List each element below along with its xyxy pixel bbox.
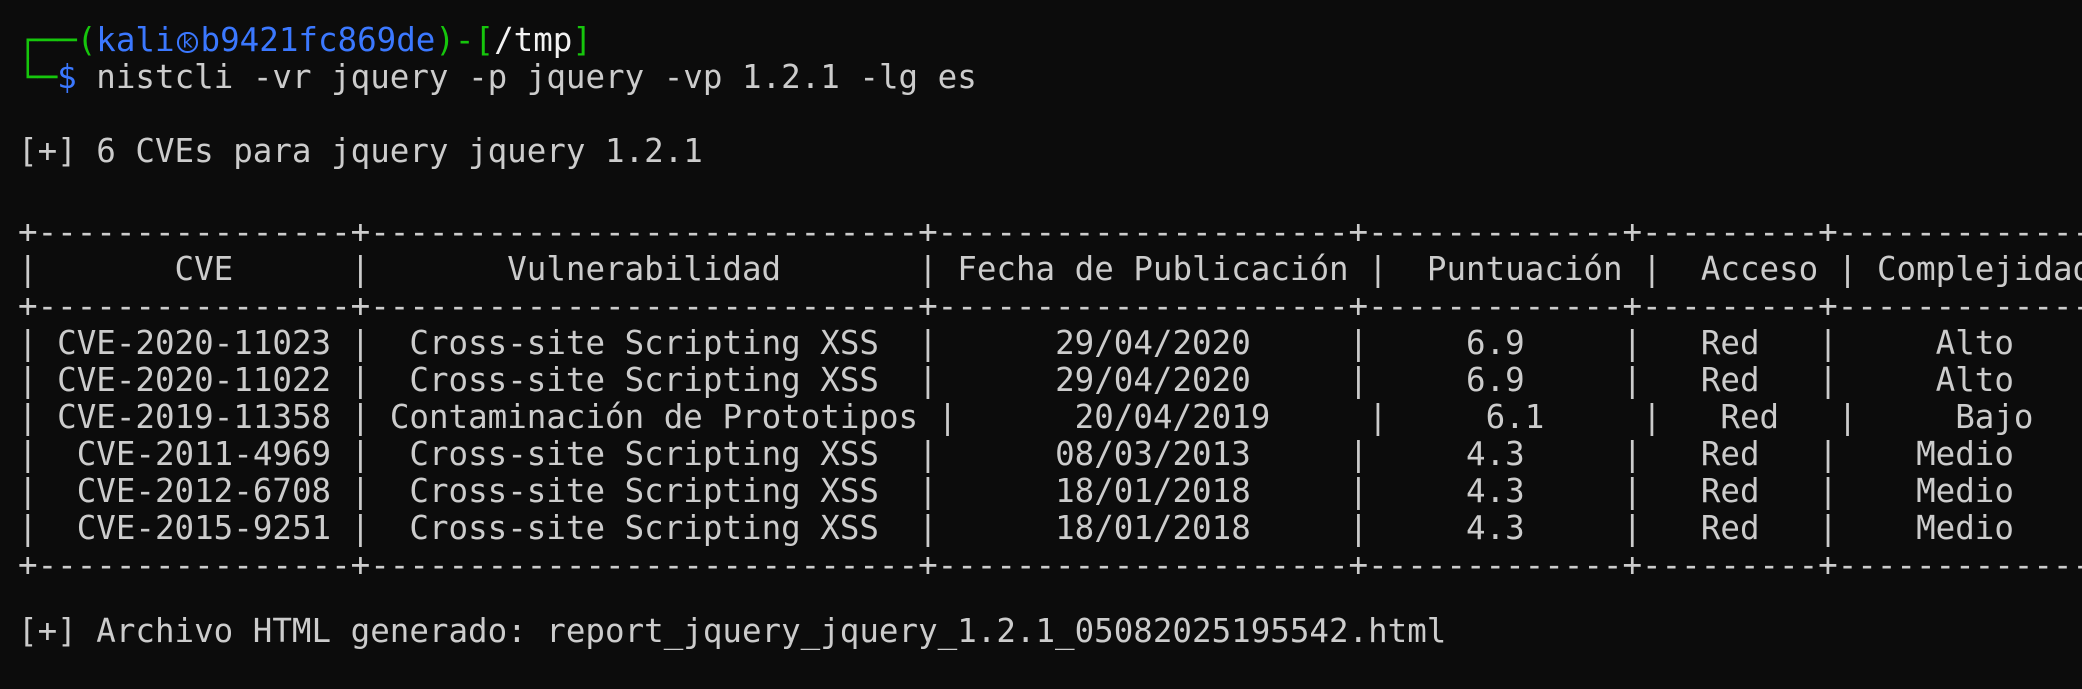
row-cell-3: 6.9 bbox=[1466, 324, 1525, 362]
prompt-dir-open: )-[ bbox=[435, 21, 495, 59]
row-cell-3: 6.9 bbox=[1466, 361, 1525, 399]
row-cell-1: Cross-site Scripting XSS bbox=[409, 509, 879, 547]
row-cell-4: Red bbox=[1700, 324, 1760, 362]
prompt-host: b9421fc869de bbox=[200, 21, 436, 59]
prompt-header: ┌──(kali b9421fc869de)-[/tmp] bbox=[18, 22, 592, 59]
kali-icon bbox=[177, 32, 198, 53]
command-line: └─$ nistcli -vr jquery -p jquery -vp 1.2… bbox=[18, 59, 977, 96]
row-cell-3: 4.3 bbox=[1466, 509, 1525, 547]
table-border: +----------------+----------------------… bbox=[18, 546, 2082, 584]
row-cell-0: CVE-2011-4969 bbox=[76, 435, 332, 473]
table-border: +----------------+----------------------… bbox=[18, 287, 2082, 325]
header-cell-4: Acceso bbox=[1700, 250, 1819, 288]
row-cell-0: CVE-2020-11023 bbox=[57, 324, 332, 362]
row-cell-2: 18/01/2018 bbox=[1055, 509, 1251, 547]
cve-table: +----------------+----------------------… bbox=[18, 214, 2082, 584]
row-cell-5: Medio bbox=[1916, 509, 2014, 547]
row-cell-3: 4.3 bbox=[1466, 472, 1525, 510]
table-row: | CVE-2012-6708 | Cross-site Scripting X… bbox=[18, 472, 2014, 510]
row-cell-5: Medio bbox=[1916, 472, 2014, 510]
header-cell-1: Vulnerabilidad bbox=[507, 250, 782, 288]
prompt-corner-top: ┌──( bbox=[18, 21, 97, 59]
prompt-cwd: /tmp bbox=[494, 21, 573, 59]
row-cell-1: Cross-site Scripting XSS bbox=[409, 435, 879, 473]
table-border-top: +----------------+----------------------… bbox=[18, 214, 2082, 251]
table-row: | CVE-2015-9251 | Cross-site Scripting X… bbox=[18, 509, 2014, 547]
report-generated-line: [+] Archivo HTML generado: report_jquery… bbox=[18, 612, 1447, 650]
header-cell-5: Complejidad bbox=[1876, 250, 2082, 288]
table-row: | CVE-2020-11023 | Cross-site Scripting … bbox=[18, 324, 2014, 362]
row-cell-4: Red bbox=[1700, 472, 1760, 510]
table-header-row: | CVE | Vulnerabilidad | Fecha de Public… bbox=[18, 251, 2082, 288]
row-cell-5: Alto bbox=[1935, 361, 2014, 399]
prompt-user: kali bbox=[96, 21, 175, 59]
summary-line: [+] 6 CVEs para jquery jquery 1.2.1 bbox=[18, 132, 703, 170]
row-cell-1: Cross-site Scripting XSS bbox=[409, 472, 879, 510]
prompt-dir-close: ] bbox=[572, 21, 592, 59]
row-cell-2: 20/04/2019 bbox=[1074, 398, 1271, 436]
table-border-bottom: +----------------+----------------------… bbox=[18, 547, 2082, 584]
row-cell-0: CVE-2015-9251 bbox=[76, 509, 332, 547]
row-cell-1: Cross-site Scripting XSS bbox=[409, 324, 879, 362]
row-cell-4: Red bbox=[1720, 398, 1780, 436]
row-cell-0: CVE-2012-6708 bbox=[76, 472, 332, 510]
prompt-corner-bottom: └─ bbox=[18, 58, 58, 96]
row-cell-4: Red bbox=[1700, 435, 1760, 473]
row-cell-1: Contaminación de Prototipos bbox=[389, 398, 919, 436]
table-row: | CVE-2019-11358 | Contaminación de Prot… bbox=[18, 398, 2034, 436]
header-cell-0: CVE bbox=[174, 250, 234, 288]
table-row: | CVE-2020-11022 | Cross-site Scripting … bbox=[18, 361, 2014, 399]
row-cell-5: Bajo bbox=[1955, 398, 2034, 436]
table-border: +----------------+----------------------… bbox=[18, 213, 2082, 251]
row-cell-2: 29/04/2020 bbox=[1055, 361, 1251, 399]
row-cell-3: 6.1 bbox=[1485, 398, 1545, 436]
row-cell-0: CVE-2020-11022 bbox=[57, 361, 332, 399]
row-cell-3: 4.3 bbox=[1466, 435, 1525, 473]
header-cell-3: Puntuación bbox=[1426, 250, 1623, 288]
row-cell-2: 29/04/2020 bbox=[1055, 324, 1251, 362]
table-row: | CVE-2011-4969 | Cross-site Scripting X… bbox=[18, 435, 2014, 473]
prompt-symbol: $ bbox=[57, 58, 77, 96]
row-cell-4: Red bbox=[1700, 509, 1760, 547]
header-cell-2: Fecha de Publicación bbox=[957, 250, 1349, 288]
row-cell-5: Medio bbox=[1916, 435, 2014, 473]
command-text[interactable]: nistcli -vr jquery -p jquery -vp 1.2.1 -… bbox=[96, 58, 977, 96]
row-cell-5: Alto bbox=[1935, 324, 2014, 362]
row-cell-1: Cross-site Scripting XSS bbox=[409, 361, 879, 399]
row-cell-2: 18/01/2018 bbox=[1055, 472, 1251, 510]
row-cell-0: CVE-2019-11358 bbox=[57, 398, 332, 436]
row-cell-2: 08/03/2013 bbox=[1055, 435, 1251, 473]
row-cell-4: Red bbox=[1700, 361, 1760, 399]
table-border-header: +----------------+----------------------… bbox=[18, 288, 2082, 325]
